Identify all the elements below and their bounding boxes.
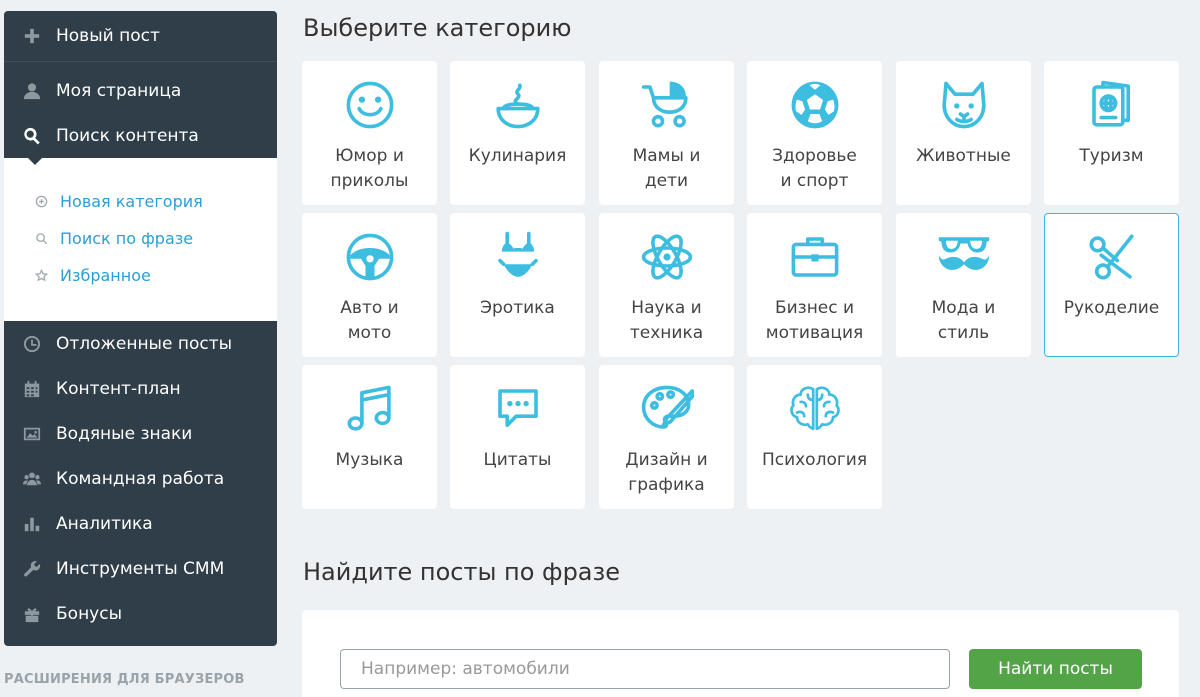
sidebar-item-label: Отложенные посты — [56, 334, 233, 354]
category-tile-fashion[interactable]: Мода и стиль — [896, 213, 1031, 357]
sidebar-item-label: Аналитика — [56, 514, 153, 534]
wrench-icon — [22, 559, 42, 579]
category-tile-erotica[interactable]: Эротика — [450, 213, 585, 357]
category-tile-moms-kids[interactable]: Мамы и дети — [599, 61, 734, 205]
category-label: Дизайн и графика — [625, 450, 708, 495]
category-label: Психология — [761, 450, 868, 470]
bowl-icon — [451, 78, 584, 130]
sidebar-item-search-content[interactable]: Поиск контента — [4, 114, 277, 158]
category-tile-health-sport[interactable]: Здоровье и спорт — [747, 61, 882, 205]
phrase-search-card: Найти посты — [302, 610, 1179, 697]
category-tile-animals[interactable]: Животные — [896, 61, 1031, 205]
category-label: Мода и стиль — [931, 298, 996, 343]
category-tile-tourism[interactable]: Туризм — [1044, 61, 1179, 205]
find-posts-button[interactable]: Найти посты — [969, 649, 1142, 689]
passport-icon — [1045, 78, 1178, 130]
calendar-icon — [22, 379, 42, 399]
submenu-item-phrase-search[interactable]: Поиск по фразе — [34, 226, 193, 250]
phrase-search-title: Найдите посты по фразе — [303, 558, 621, 586]
sidebar-item-my-page[interactable]: Моя страница — [4, 69, 277, 113]
category-tile-cooking[interactable]: Кулинария — [450, 61, 585, 205]
sidebar-item-bonuses[interactable]: Бонусы — [4, 592, 277, 636]
category-label: Мамы и дети — [632, 146, 701, 191]
plus-circle-icon — [34, 194, 48, 208]
sidebar-divider — [4, 61, 277, 62]
bikini-icon — [451, 230, 584, 282]
search-icon — [22, 126, 42, 146]
submenu-item-label: Избранное — [60, 265, 151, 285]
users-icon — [22, 469, 42, 489]
search-submenu: Новая категория Поиск по фразе Избранное — [4, 158, 277, 321]
category-tile-business[interactable]: Бизнес и мотивация — [747, 213, 882, 357]
category-label: Цитаты — [483, 450, 552, 470]
music-note-icon — [303, 382, 436, 434]
sidebar-item-label: Бонусы — [56, 604, 123, 624]
sidebar-item-label: Поиск контента — [56, 126, 199, 146]
category-label: Наука и техника — [629, 298, 704, 343]
category-label: Кулинария — [468, 146, 567, 166]
sidebar-item-scheduled-posts[interactable]: Отложенные посты — [4, 322, 277, 366]
stroller-icon — [600, 78, 733, 130]
sidebar: Новый пост Моя страница Поиск контента Н… — [4, 11, 277, 646]
category-tile-humor[interactable]: Юмор и приколы — [302, 61, 437, 205]
phrase-search-input[interactable] — [340, 649, 950, 689]
sidebar-item-label: Новый пост — [56, 26, 160, 46]
category-tile-science-tech[interactable]: Наука и техника — [599, 213, 734, 357]
sidebar-item-smm-tools[interactable]: Инструменты СММ — [4, 547, 277, 591]
submenu-item-favorites[interactable]: Избранное — [34, 263, 151, 287]
active-pointer — [26, 156, 44, 165]
clock-icon — [22, 334, 42, 354]
sidebar-item-label: Командная работа — [56, 469, 225, 489]
image-icon — [22, 424, 42, 444]
sidebar-item-label: Моя страница — [56, 81, 182, 101]
category-tile-auto-moto[interactable]: Авто и мото — [302, 213, 437, 357]
submenu-item-label: Поиск по фразе — [60, 228, 194, 248]
glasses-mustache-icon — [897, 230, 1030, 282]
plus-icon — [22, 26, 42, 46]
category-label: Здоровье и спорт — [772, 146, 857, 191]
user-icon — [22, 81, 42, 101]
category-label: Музыка — [335, 450, 404, 470]
category-tile-design[interactable]: Дизайн и графика — [599, 365, 734, 509]
briefcase-icon — [748, 230, 881, 282]
sidebar-item-label: Водяные знаки — [56, 424, 193, 444]
steering-wheel-icon — [303, 230, 436, 282]
brain-icon — [748, 382, 881, 434]
bar-chart-icon — [22, 514, 42, 534]
category-tile-psychology[interactable]: Психология — [747, 365, 882, 509]
category-label: Авто и мото — [340, 298, 399, 343]
category-label: Туризм — [1079, 146, 1144, 166]
sidebar-item-content-plan[interactable]: Контент-план — [4, 367, 277, 411]
sidebar-item-label: Инструменты СММ — [56, 559, 225, 579]
sidebar-item-watermarks[interactable]: Водяные знаки — [4, 412, 277, 456]
palette-icon — [600, 382, 733, 434]
cat-icon — [897, 78, 1030, 130]
smile-icon — [303, 78, 436, 130]
category-tile-music[interactable]: Музыка — [302, 365, 437, 509]
sidebar-item-label: Контент-план — [56, 379, 181, 399]
star-icon — [34, 268, 48, 282]
category-label: Эротика — [480, 298, 555, 318]
category-tile-handmade[interactable]: Рукоделие — [1044, 213, 1179, 357]
soccer-ball-icon — [748, 78, 881, 130]
category-tile-quotes[interactable]: Цитаты — [450, 365, 585, 509]
category-label: Бизнес и мотивация — [765, 298, 864, 343]
sidebar-item-analytics[interactable]: Аналитика — [4, 502, 277, 546]
submenu-item-label: Новая категория — [60, 191, 203, 211]
extensions-label: РАСШИРЕНИЯ ДЛЯ БРАУЗЕРОВ — [4, 672, 245, 687]
category-label: Животные — [916, 146, 1011, 166]
atom-icon — [600, 230, 733, 282]
categories-title: Выберите категорию — [303, 14, 572, 42]
chat-bubble-icon — [451, 382, 584, 434]
category-label: Рукоделие — [1063, 298, 1160, 318]
submenu-item-new-category[interactable]: Новая категория — [34, 189, 203, 213]
category-label: Юмор и приколы — [330, 146, 409, 191]
search-icon — [34, 231, 48, 245]
category-grid: Юмор и приколы Кулинария Мамы и дети Здо… — [302, 61, 1192, 511]
gift-icon — [22, 604, 42, 624]
scissors-icon — [1045, 230, 1178, 282]
sidebar-item-team-work[interactable]: Командная работа — [4, 457, 277, 501]
sidebar-item-new-post[interactable]: Новый пост — [4, 14, 277, 58]
